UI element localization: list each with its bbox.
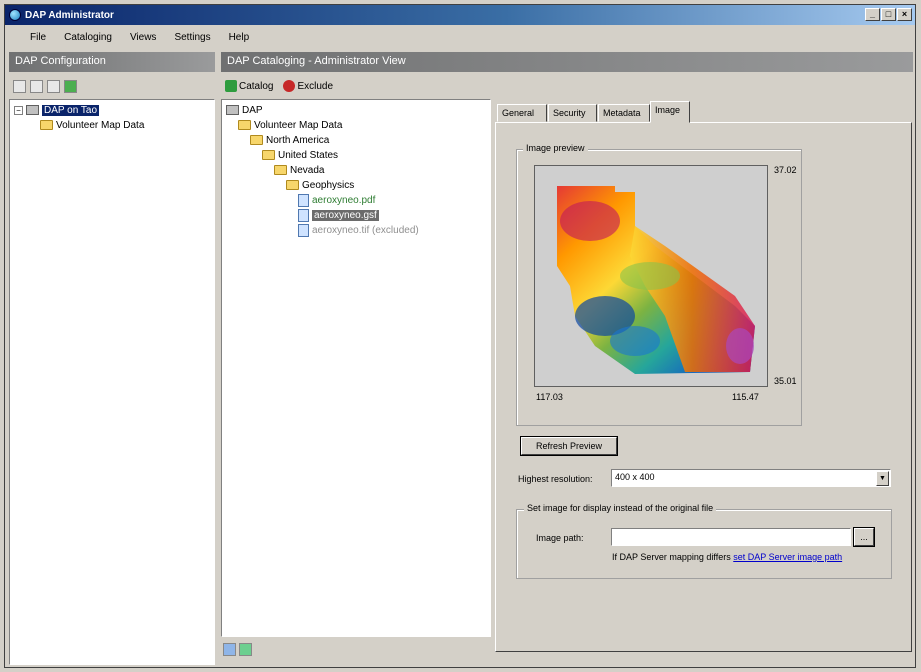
- refresh-icon[interactable]: [64, 79, 77, 93]
- catalog-tree-label: North America: [266, 134, 330, 146]
- tab-image[interactable]: Image: [650, 101, 690, 123]
- menu-file[interactable]: File: [21, 32, 55, 43]
- catalog-tree-label: aeroxyneo.pdf: [312, 194, 376, 206]
- browse-button[interactable]: ...: [854, 528, 874, 546]
- file-icon: [298, 208, 309, 222]
- catalog-tree-pane: DAP Volunteer Map Data North America United…: [221, 99, 491, 637]
- catalog-tree-node[interactable]: DAP: [226, 103, 263, 117]
- left-pane-header: DAP Configuration: [9, 52, 215, 72]
- highest-resolution-select[interactable]: 400 x 400 ▼: [611, 469, 891, 487]
- tree-label-root: DAP on Tao: [42, 104, 100, 116]
- catalog-button[interactable]: Catalog: [225, 80, 273, 92]
- server-icon: [26, 105, 39, 115]
- terrain-map-image: [557, 186, 755, 374]
- coord-top-right: 37.02: [774, 165, 797, 175]
- tree-node-volunteer[interactable]: Volunteer Map Data: [40, 118, 144, 132]
- chevron-down-icon[interactable]: ▼: [876, 471, 889, 486]
- main-pane-header: DAP Cataloging - Administrator View: [221, 52, 913, 72]
- dap-server-image-path-link[interactable]: set DAP Server image path: [733, 552, 842, 562]
- image-path-label: Image path:: [536, 533, 584, 543]
- folder-icon: [262, 150, 275, 160]
- folder-icon: [274, 165, 287, 175]
- image-tab-body: Image preview 37.02 35.01 117.03 115.47 …: [495, 122, 912, 652]
- highest-resolution-value: 400 x 400: [615, 472, 655, 482]
- catalog-tree-node[interactable]: Geophysics: [286, 178, 354, 192]
- catalog-tree-node[interactable]: Nevada: [274, 163, 324, 177]
- window-title: DAP Administrator: [25, 9, 114, 21]
- view-list-icon[interactable]: [223, 643, 236, 656]
- minimize-button[interactable]: _: [865, 8, 880, 21]
- image-preview: [534, 165, 768, 387]
- refresh-preview-button[interactable]: Refresh Preview: [521, 437, 617, 455]
- app-logo-icon: [9, 9, 21, 21]
- tree-node-dap-on-tao[interactable]: − DAP on Tao: [14, 103, 100, 117]
- catalog-tree-label: Nevada: [290, 164, 325, 176]
- catalog-icon: [225, 80, 237, 92]
- catalog-tree-node[interactable]: aeroxyneo.gsf: [298, 208, 379, 222]
- file-icon: [298, 193, 309, 207]
- new-icon[interactable]: [13, 79, 26, 93]
- tab-security[interactable]: Security: [548, 104, 597, 122]
- hint-text-row: If DAP Server mapping differs set DAP Se…: [612, 552, 842, 562]
- catalog-tree-node[interactable]: Volunteer Map Data: [238, 118, 342, 132]
- set-image-label: Set image for display instead of the ori…: [524, 503, 717, 513]
- image-path-input[interactable]: [611, 528, 851, 546]
- save-icon[interactable]: [30, 79, 43, 93]
- coord-bottom-left: 117.03: [536, 392, 563, 402]
- image-preview-label: Image preview: [523, 143, 588, 153]
- menu-bar: File Cataloging Views Settings Help: [5, 27, 915, 47]
- status-icons: [223, 643, 252, 656]
- maximize-button[interactable]: □: [881, 8, 896, 21]
- close-button[interactable]: ×: [897, 8, 912, 21]
- highest-resolution-label: Highest resolution:: [518, 474, 593, 484]
- collapse-icon[interactable]: −: [14, 105, 23, 115]
- folder-icon: [40, 120, 53, 130]
- catalog-tree-label: aeroxyneo.tif (excluded): [312, 224, 419, 236]
- catalog-label: Catalog: [239, 80, 274, 92]
- catalog-tree-node[interactable]: aeroxyneo.pdf: [298, 193, 375, 207]
- menu-settings[interactable]: Settings: [165, 32, 219, 43]
- left-toolbar: [9, 75, 215, 97]
- coord-bottom-right-x: 115.47: [732, 392, 759, 402]
- catalog-tree-node[interactable]: United States: [262, 148, 338, 162]
- catalog-tree-label: DAP: [242, 104, 263, 116]
- hint-text: If DAP Server mapping differs: [612, 552, 731, 562]
- main-toolbar: Catalog Exclude: [221, 75, 911, 97]
- tab-general[interactable]: General: [497, 104, 547, 122]
- tree-label-child: Volunteer Map Data: [56, 119, 145, 131]
- app-window: DAP Administrator _ □ × File Cataloging …: [4, 4, 916, 668]
- catalog-tree-label: United States: [278, 149, 339, 161]
- coord-bottom-right: 35.01: [774, 376, 797, 386]
- file-icon: [298, 223, 309, 237]
- catalog-tree-label: Geophysics: [302, 179, 355, 191]
- server-icon: [226, 105, 239, 115]
- menu-cataloging[interactable]: Cataloging: [55, 32, 121, 43]
- folder-icon: [238, 120, 251, 130]
- exclude-label: Exclude: [297, 80, 334, 92]
- refresh-view-icon[interactable]: [239, 643, 252, 656]
- catalog-tree-node[interactable]: North America: [250, 133, 329, 147]
- exclude-button[interactable]: Exclude: [283, 80, 333, 92]
- catalog-tree-label: Volunteer Map Data: [254, 119, 343, 131]
- title-bar[interactable]: DAP Administrator _ □ ×: [5, 5, 915, 25]
- catalog-tree-node[interactable]: aeroxyneo.tif (excluded): [298, 223, 419, 237]
- properties-icon[interactable]: [47, 79, 60, 93]
- menu-help[interactable]: Help: [220, 32, 259, 43]
- tab-metadata[interactable]: Metadata: [598, 104, 650, 122]
- left-tree-pane: − DAP on Tao Volunteer Map Data: [9, 99, 215, 665]
- folder-icon: [286, 180, 299, 190]
- folder-icon: [250, 135, 263, 145]
- exclude-icon: [283, 80, 296, 92]
- catalog-tree-label: aeroxyneo.gsf: [312, 209, 379, 221]
- menu-views[interactable]: Views: [121, 32, 166, 43]
